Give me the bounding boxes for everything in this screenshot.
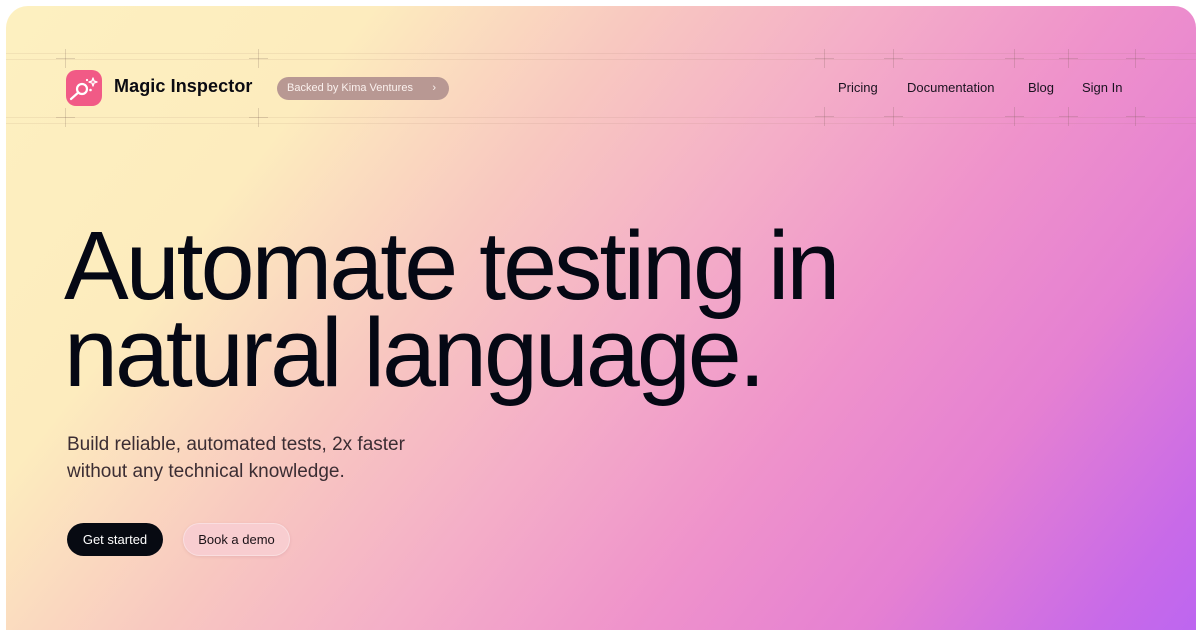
guide-plus-icon	[1126, 107, 1145, 126]
guide-plus-icon	[884, 107, 903, 126]
guide-plus-icon	[1005, 49, 1024, 68]
hero-subtitle: Build reliable, automated tests, 2x fast…	[67, 431, 405, 485]
brand-name[interactable]: Magic Inspector	[114, 76, 253, 97]
hero-subtitle-line-2: without any technical knowledge.	[67, 461, 345, 482]
guide-plus-icon	[249, 108, 268, 127]
logo-link[interactable]	[66, 70, 102, 106]
guide-plus-icon	[1059, 107, 1078, 126]
guide-plus-icon	[815, 49, 834, 68]
hero-subtitle-line-1: Build reliable, automated tests, 2x fast…	[67, 434, 405, 455]
nav-sign-in[interactable]: Sign In	[1082, 80, 1122, 95]
guide-plus-icon	[56, 108, 75, 127]
guide-plus-icon	[1059, 49, 1078, 68]
guide-plus-icon	[56, 49, 75, 68]
investor-badge[interactable]: Backed by Kima Ventures ›	[277, 77, 449, 100]
hero-title-line-2: natural language.	[64, 298, 766, 407]
nav-blog[interactable]: Blog	[1028, 80, 1054, 95]
chevron-right-icon: ›	[432, 82, 436, 94]
hero-title: Automate testing in natural language.	[64, 217, 840, 401]
guide-plus-icon	[249, 49, 268, 68]
badge-label: Backed by Kima Ventures	[287, 82, 413, 94]
magic-wand-magnifier-icon	[69, 77, 98, 101]
guide-plus-icon	[1126, 49, 1145, 68]
guide-plus-icon	[884, 49, 903, 68]
get-started-button[interactable]: Get started	[67, 523, 163, 556]
guide-plus-icon	[1005, 107, 1024, 126]
book-demo-button[interactable]: Book a demo	[183, 523, 290, 556]
guide-plus-icon	[815, 107, 834, 126]
nav-pricing[interactable]: Pricing	[838, 80, 878, 95]
nav-documentation[interactable]: Documentation	[907, 80, 994, 95]
